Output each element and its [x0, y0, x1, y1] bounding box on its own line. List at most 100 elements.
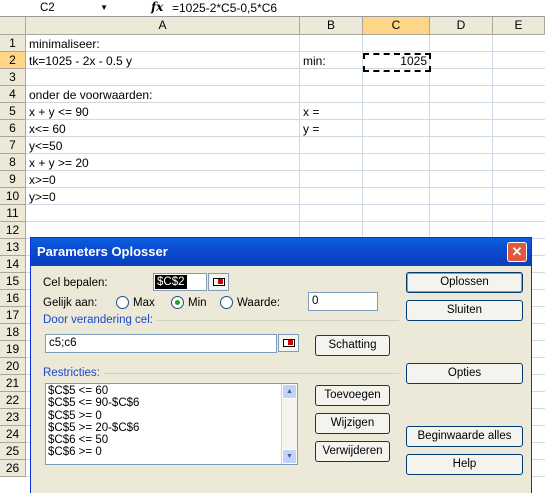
row-header[interactable]: 2 — [0, 52, 26, 69]
column-header-b[interactable]: B — [300, 17, 363, 35]
help-button[interactable]: Help — [406, 454, 523, 475]
radio-selected-dot — [175, 300, 180, 305]
target-cell-value: $C$2 — [155, 275, 187, 289]
row-header[interactable]: 17 — [0, 307, 26, 324]
reset-all-button[interactable]: Beginwaarde alles — [406, 426, 523, 447]
close-button[interactable]: Sluiten — [406, 300, 523, 321]
chevron-down-icon[interactable]: ▼ — [100, 3, 108, 12]
grid-line — [26, 221, 545, 222]
grid-line — [26, 170, 545, 171]
collapse-dialog-icon[interactable] — [278, 334, 299, 352]
row-header[interactable]: 13 — [0, 239, 26, 256]
cell-b5[interactable]: x = — [303, 104, 319, 121]
target-cell-label: Cel bepalen: — [43, 277, 108, 289]
scroll-down-icon[interactable]: ▼ — [282, 449, 297, 464]
cell-a10[interactable]: y>=0 — [29, 189, 56, 206]
row-header[interactable]: 7 — [0, 137, 26, 154]
changing-cells-label: Door verandering cel: — [43, 313, 157, 327]
grid-line — [26, 204, 545, 205]
cell-a1[interactable]: minimaliseer: — [29, 36, 100, 53]
row-header[interactable]: 22 — [0, 392, 26, 409]
row-header[interactable]: 8 — [0, 154, 26, 171]
fx-icon[interactable]: fx — [151, 0, 163, 14]
row-header[interactable]: 3 — [0, 69, 26, 86]
row-header[interactable]: 15 — [0, 273, 26, 290]
grid-line — [26, 187, 545, 188]
cell-a4[interactable]: onder de voorwaarden: — [29, 87, 152, 104]
row-header[interactable]: 14 — [0, 256, 26, 273]
row-header[interactable]: 10 — [0, 188, 26, 205]
row-header[interactable]: 1 — [0, 35, 26, 52]
list-item[interactable]: $C$6 <= 50 — [46, 434, 297, 446]
dialog-title: Parameters Oplosser — [37, 244, 168, 259]
row-header[interactable]: 16 — [0, 290, 26, 307]
cell-a9[interactable]: x>=0 — [29, 172, 56, 189]
row-header[interactable]: 26 — [0, 460, 26, 477]
value-of-field[interactable]: 0 — [308, 292, 378, 311]
radio-value-label: Waarde: — [237, 297, 281, 309]
grid-line — [26, 136, 545, 137]
list-item[interactable]: $C$6 >= 0 — [46, 446, 297, 458]
radio-min-label: Min — [188, 297, 207, 309]
select-all-corner[interactable] — [0, 17, 26, 35]
formula-bar: C2 ▼ fx =1025-2*C5-0,5*C6 — [0, 0, 545, 17]
row-header[interactable]: 4 — [0, 86, 26, 103]
solve-button[interactable]: Oplossen — [406, 272, 523, 293]
radio-max-label: Max — [133, 297, 155, 309]
radio-value[interactable] — [220, 296, 233, 309]
name-box-value: C2 — [40, 2, 55, 14]
options-button[interactable]: Opties — [406, 363, 523, 384]
target-cell-field[interactable]: $C$2 — [153, 273, 207, 291]
close-icon[interactable]: ✕ — [507, 242, 527, 262]
column-header-d[interactable]: D — [430, 17, 493, 35]
cell-c2[interactable]: 1025 — [365, 53, 427, 70]
row-header[interactable]: 5 — [0, 103, 26, 120]
column-header-c[interactable]: C — [363, 17, 430, 35]
add-button[interactable]: Toevoegen — [315, 385, 390, 406]
changing-cells-field[interactable]: c5;c6 — [45, 334, 277, 353]
list-item[interactable]: $C$5 <= 60 — [46, 385, 297, 397]
constraints-label: Restricties: — [43, 366, 104, 380]
dialog-titlebar[interactable]: Parameters Oplosser ✕ — [31, 238, 531, 266]
row-header[interactable]: 23 — [0, 409, 26, 426]
guess-button[interactable]: Schatting — [315, 335, 390, 356]
list-item[interactable]: $C$5 <= 90-$C$6 — [46, 397, 297, 409]
row-header[interactable]: 25 — [0, 443, 26, 460]
cell-a7[interactable]: y<=50 — [29, 138, 62, 155]
row-header[interactable]: 18 — [0, 324, 26, 341]
column-header-a[interactable]: A — [26, 17, 300, 35]
grid-line — [26, 153, 545, 154]
list-item[interactable]: $C$5 >= 20-$C$6 — [46, 422, 297, 434]
constraints-scrollbar[interactable]: ▲ ▼ — [281, 384, 297, 464]
cell-b6[interactable]: y = — [303, 121, 319, 138]
radio-max[interactable] — [116, 296, 129, 309]
row-header[interactable]: 20 — [0, 358, 26, 375]
formula-input[interactable]: =1025-2*C5-0,5*C6 — [172, 1, 277, 15]
row-header[interactable]: 9 — [0, 171, 26, 188]
cell-a2[interactable]: tk=1025 - 2x - 0.5 y — [29, 53, 132, 70]
row-header[interactable]: 11 — [0, 205, 26, 222]
collapse-dialog-icon[interactable] — [208, 273, 229, 291]
radio-min[interactable] — [171, 296, 184, 309]
equal-to-label: Gelijk aan: — [43, 297, 98, 309]
delete-button[interactable]: Verwijderen — [315, 441, 390, 462]
cell-a8[interactable]: x + y >= 20 — [29, 155, 89, 172]
list-item[interactable]: $C$5 >= 0 — [46, 410, 297, 422]
cell-a6[interactable]: x<= 60 — [29, 121, 66, 138]
grid-line — [26, 119, 545, 120]
solver-dialog: Parameters Oplosser ✕ Cel bepalen: $C$2 … — [30, 237, 532, 493]
cell-b2[interactable]: min: — [303, 53, 326, 70]
change-button[interactable]: Wijzigen — [315, 413, 390, 434]
column-header-e[interactable]: E — [493, 17, 545, 35]
scroll-up-icon[interactable]: ▲ — [282, 384, 297, 399]
row-header[interactable]: 6 — [0, 120, 26, 137]
grid-line — [26, 51, 545, 52]
name-box[interactable]: C2 ▼ — [2, 1, 112, 16]
grid-line — [26, 85, 545, 86]
constraints-list[interactable]: $C$5 <= 60 $C$5 <= 90-$C$6 $C$5 >= 0 $C$… — [45, 383, 298, 465]
row-header[interactable]: 21 — [0, 375, 26, 392]
row-header[interactable]: 24 — [0, 426, 26, 443]
cell-a5[interactable]: x + y <= 90 — [29, 104, 89, 121]
row-header[interactable]: 12 — [0, 222, 26, 239]
row-header[interactable]: 19 — [0, 341, 26, 358]
